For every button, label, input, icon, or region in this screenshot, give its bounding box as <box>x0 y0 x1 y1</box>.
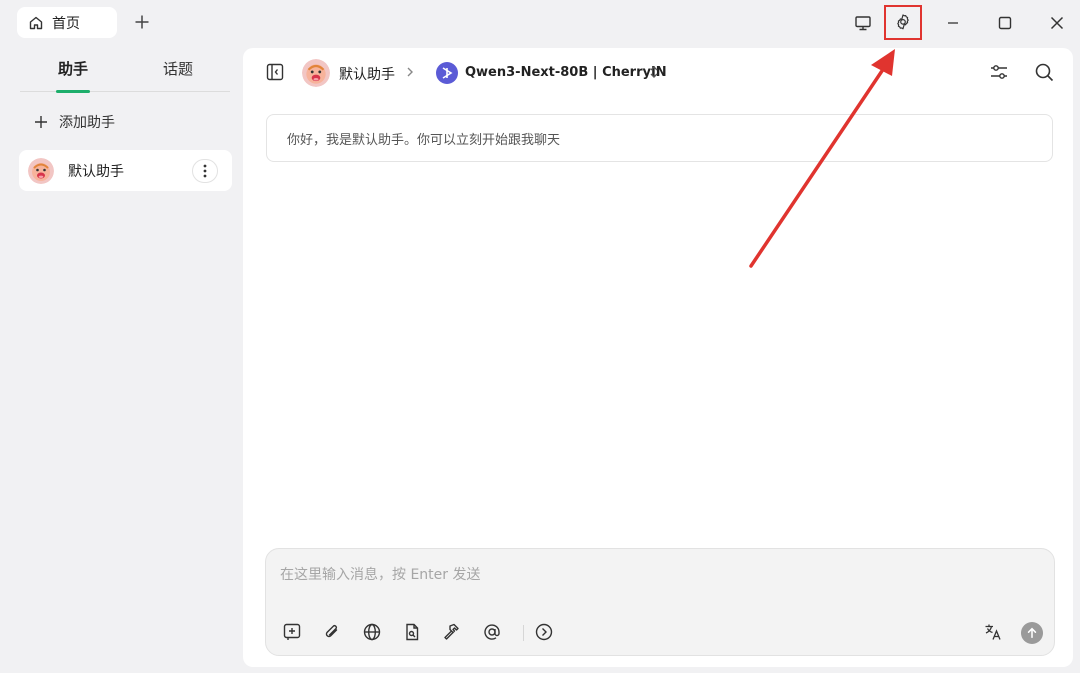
chat-header: 默认助手 Qwen3-Next-80B | CherryIN <box>243 48 1073 98</box>
toolbar-divider <box>523 625 524 641</box>
sidebar-toggle-icon[interactable] <box>265 62 285 82</box>
sliders-icon[interactable] <box>988 61 1010 83</box>
maximize-icon <box>996 14 1014 32</box>
chat-panel: 默认助手 Qwen3-Next-80B | CherryIN 你好，我是默认助手… <box>243 48 1073 667</box>
chevron-right-circle-icon[interactable] <box>534 622 556 644</box>
plus-icon <box>134 14 150 30</box>
sidebar-item-default-assistant[interactable]: 默认助手 <box>19 150 232 191</box>
minimize-button[interactable] <box>938 8 968 38</box>
model-provider-icon <box>436 62 458 84</box>
minimize-icon <box>944 14 962 32</box>
knowledge-file-icon[interactable] <box>402 622 424 644</box>
at-sign-icon[interactable] <box>482 622 504 644</box>
chevron-right-icon <box>404 65 416 79</box>
tab-topics[interactable]: 话题 <box>163 58 193 79</box>
assistant-name: 默认助手 <box>68 163 124 180</box>
active-tab-indicator <box>56 90 90 93</box>
avatar <box>28 157 54 184</box>
hammer-icon[interactable] <box>442 622 464 644</box>
arrow-up-icon <box>1026 627 1038 639</box>
plus-icon <box>33 114 49 130</box>
maximize-button[interactable] <box>990 8 1020 38</box>
new-tab-button[interactable] <box>130 10 154 34</box>
settings-highlight-box <box>884 5 922 40</box>
translate-icon[interactable] <box>983 622 1005 644</box>
greeting-text: 你好，我是默认助手。你可以立刻开始跟我聊天 <box>287 132 561 148</box>
monitor-icon <box>854 14 872 32</box>
mini-window-button[interactable] <box>848 8 878 38</box>
sidebar-tabs: 助手 话题 <box>20 54 230 93</box>
home-tab-label: 首页 <box>52 15 80 32</box>
send-button[interactable] <box>1021 622 1043 644</box>
close-icon <box>1048 14 1066 32</box>
search-icon[interactable] <box>1033 61 1055 83</box>
breadcrumb-assistant[interactable]: 默认助手 <box>339 64 395 84</box>
avatar[interactable] <box>302 59 330 87</box>
more-vertical-icon <box>203 164 207 178</box>
paperclip-icon[interactable] <box>322 622 344 644</box>
home-icon <box>28 15 44 31</box>
chevron-up-down-icon[interactable] <box>647 63 661 81</box>
message-input[interactable] <box>280 561 1020 589</box>
assistant-more-button[interactable] <box>192 159 218 183</box>
globe-icon[interactable] <box>362 622 384 644</box>
title-bar: 首页 <box>0 0 1080 46</box>
home-tab[interactable]: 首页 <box>17 7 117 38</box>
assistant-greeting: 你好，我是默认助手。你可以立刻开始跟我聊天 <box>266 114 1053 162</box>
model-selector[interactable]: Qwen3-Next-80B | CherryIN <box>465 65 667 80</box>
tab-assistants[interactable]: 助手 <box>58 58 88 79</box>
close-button[interactable] <box>1042 8 1072 38</box>
new-topic-icon[interactable] <box>282 622 304 644</box>
message-composer <box>265 548 1055 656</box>
add-assistant-button[interactable]: 添加助手 <box>33 112 115 132</box>
sidebar: 助手 话题 添加助手 默认助手 <box>0 46 243 673</box>
add-assistant-label: 添加助手 <box>59 115 115 131</box>
